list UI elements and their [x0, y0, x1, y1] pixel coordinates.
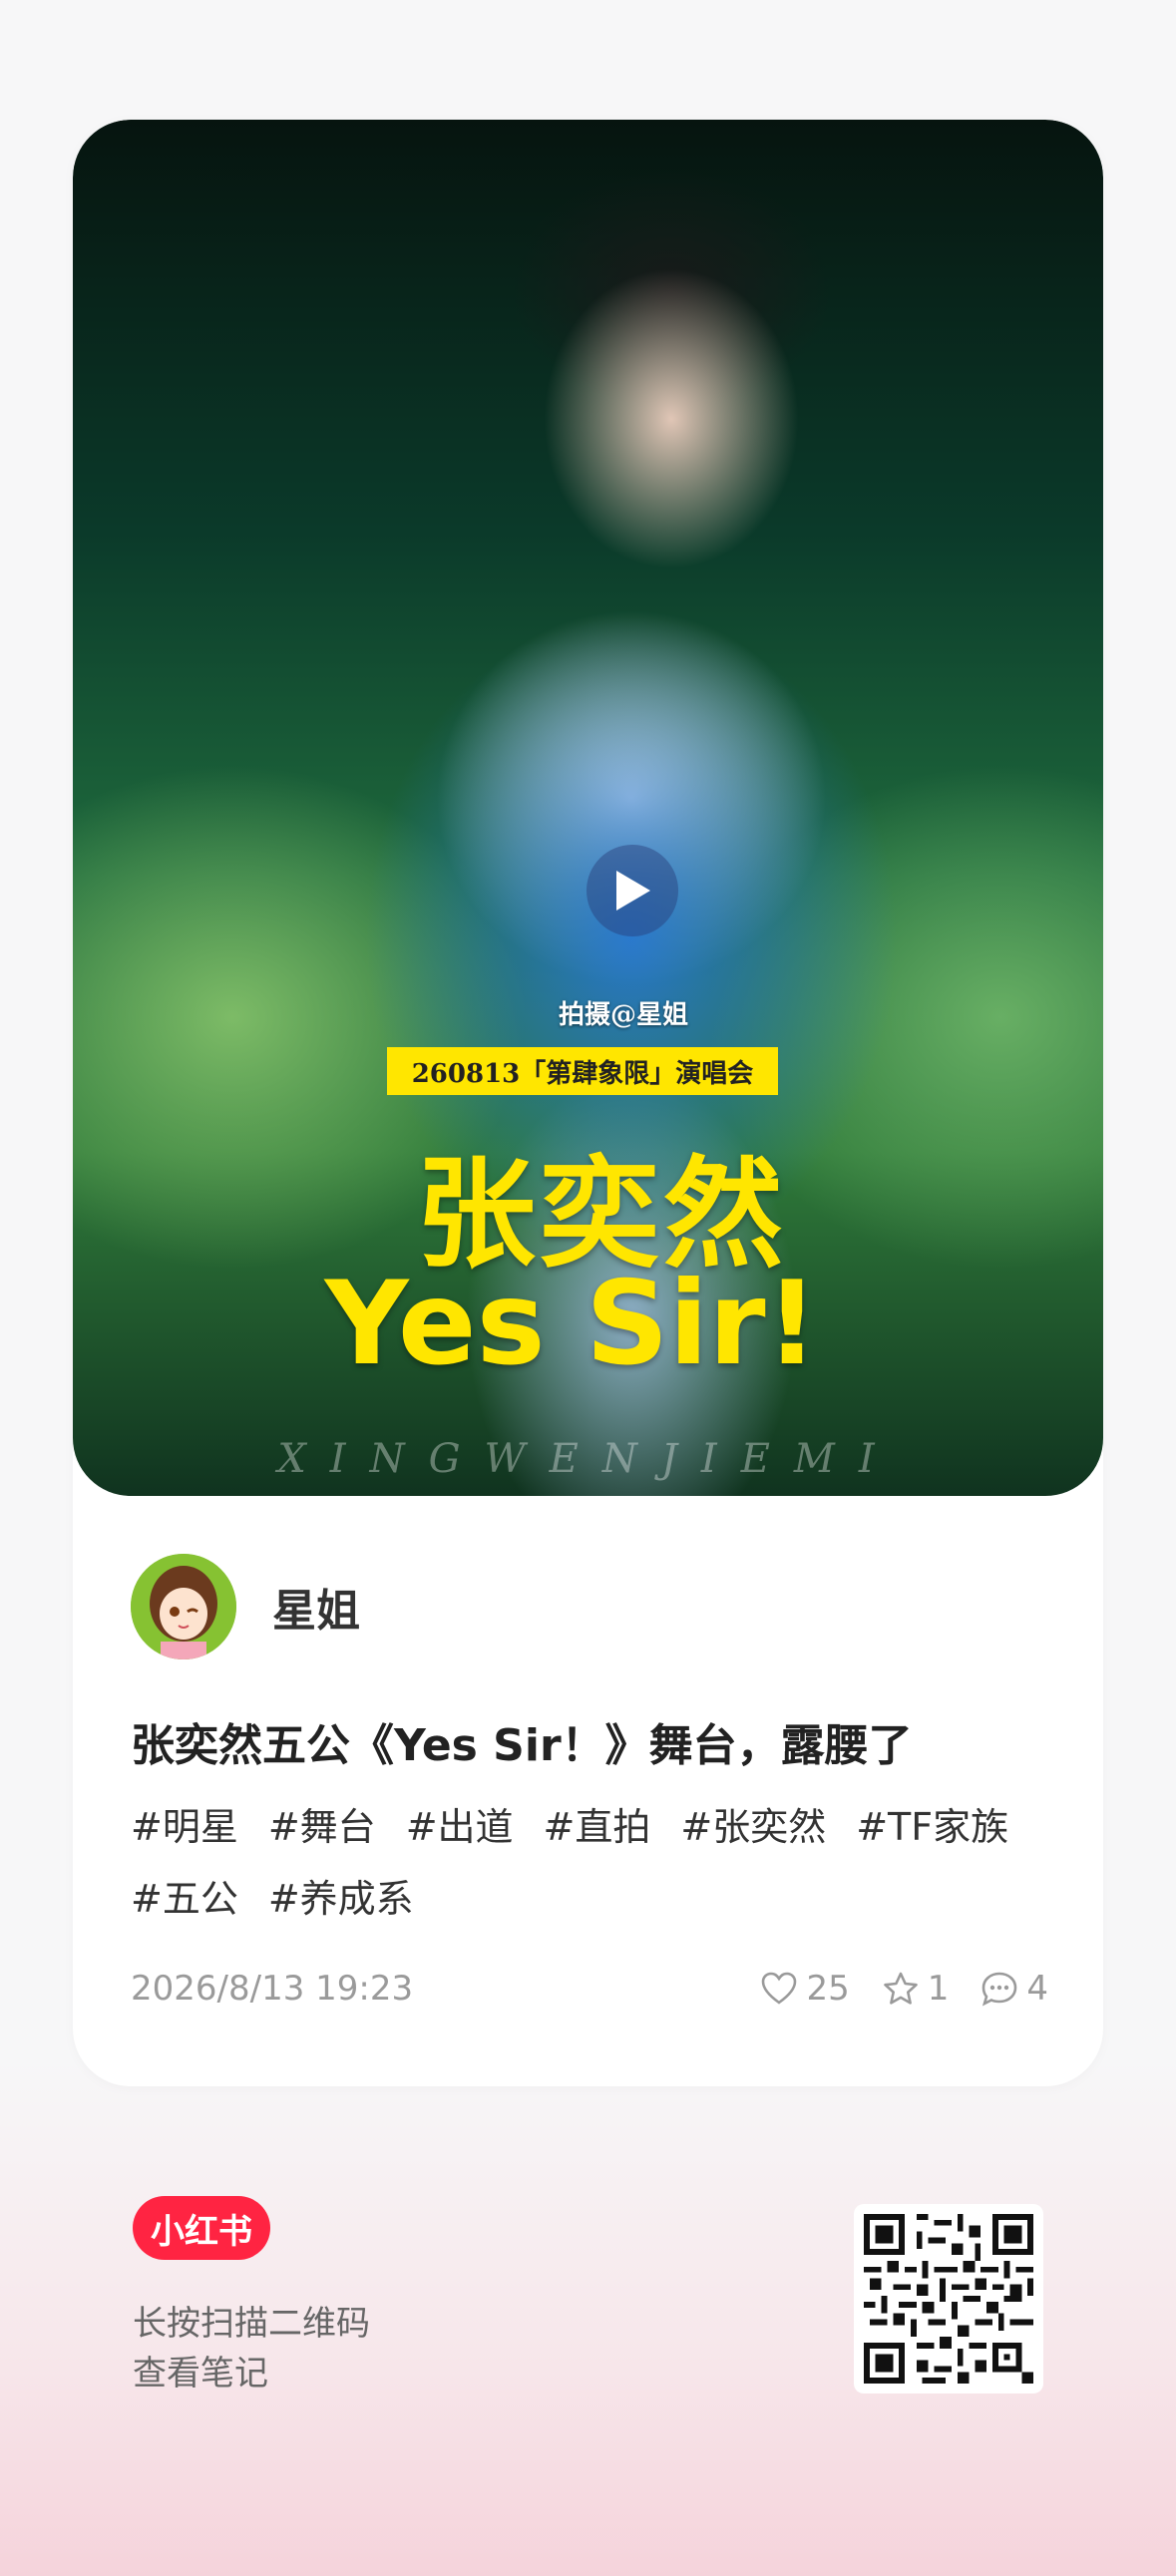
photo-credit: 拍摄@星姐	[558, 1000, 688, 1030]
engagement-counts: 25 1 4	[760, 1969, 1048, 2009]
star-icon	[883, 1972, 918, 2005]
qr-code[interactable]	[854, 2204, 1043, 2393]
tag[interactable]: #TF家族	[856, 1805, 1008, 1849]
tag-list: #明星 #舞台 #出道 #直拍 #张奕然 #TF家族 #五公 #养成系	[131, 1791, 1078, 1935]
like-button[interactable]: 25	[760, 1969, 850, 2009]
avatar-illustration	[131, 1554, 236, 1659]
footer-line-1: 长按扫描二维码	[133, 2304, 370, 2344]
play-button[interactable]	[587, 845, 678, 936]
note-card[interactable]: 拍摄@星姐 260813「第肆象限」演唱会 张奕然 Yes Sir! XINGW…	[73, 120, 1103, 2086]
collect-count: 1	[927, 1969, 950, 2009]
tag[interactable]: #出道	[406, 1805, 514, 1849]
overlay-song: Yes Sir!	[324, 1257, 819, 1391]
avatar[interactable]	[131, 1554, 236, 1659]
xiaohongshu-logo: 小红书	[133, 2196, 270, 2260]
heart-icon	[762, 1972, 797, 2005]
footer-instructions: 长按扫描二维码 查看笔记	[133, 2299, 370, 2398]
tag[interactable]: #直拍	[544, 1805, 651, 1849]
collect-button[interactable]: 1	[882, 1969, 950, 2009]
author-name[interactable]: 星姐	[272, 1575, 360, 1639]
comment-count: 4	[1026, 1969, 1048, 2009]
video-cover[interactable]: 拍摄@星姐 260813「第肆象限」演唱会 张奕然 Yes Sir! XINGW…	[73, 120, 1103, 1496]
post-title: 张奕然五公《Yes Sir！》舞台，露腰了	[131, 1720, 913, 1771]
qr-code-icon	[864, 2214, 1033, 2384]
timestamp: 2026/8/13 19:23	[131, 1969, 414, 2009]
event-banner: 260813「第肆象限」演唱会	[387, 1047, 778, 1095]
play-icon	[616, 871, 650, 911]
footer-line-2: 查看笔记	[133, 2354, 268, 2393]
like-count: 25	[806, 1969, 850, 2009]
watermark: XINGWENJIEMI	[277, 1436, 899, 1482]
tag[interactable]: #明星	[131, 1805, 238, 1849]
author-row[interactable]: 星姐	[131, 1554, 360, 1659]
tag[interactable]: #养成系	[268, 1877, 414, 1921]
tag[interactable]: #张奕然	[680, 1805, 826, 1849]
comment-button[interactable]: 4	[980, 1969, 1048, 2009]
comment-icon	[982, 1972, 1017, 2007]
tag[interactable]: #舞台	[268, 1805, 376, 1849]
tag[interactable]: #五公	[131, 1877, 238, 1921]
post-meta: 2026/8/13 19:23 25 1 4	[131, 1967, 1048, 2011]
